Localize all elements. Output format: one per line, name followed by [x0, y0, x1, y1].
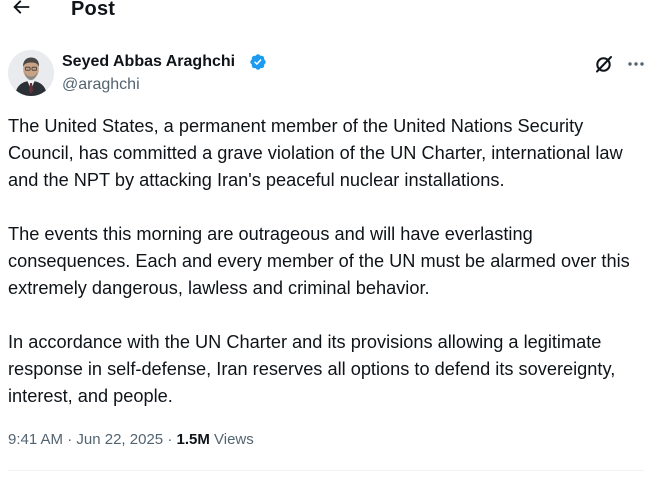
more-options-button[interactable] — [626, 54, 646, 74]
divider — [8, 470, 644, 471]
post-paragraph: In accordance with the UN Charter and it… — [8, 332, 616, 406]
grok-button[interactable] — [594, 54, 614, 74]
meta-separator: · — [167, 431, 173, 448]
avatar-photo — [8, 50, 54, 96]
post-paragraph: The events this morning are outrageous a… — [8, 224, 630, 298]
avatar[interactable] — [8, 50, 54, 96]
views-label: Views — [214, 431, 254, 448]
page-header: Post — [0, 0, 660, 24]
more-icon — [628, 62, 644, 66]
page-title: Post — [71, 0, 116, 20]
verified-badge-icon — [249, 53, 267, 71]
post-author: Seyed Abbas Araghchi @araghchi — [8, 50, 648, 98]
post-date[interactable]: Jun 22, 2025 — [76, 431, 163, 448]
views-count: 1.5M — [176, 431, 210, 448]
grok-icon — [596, 56, 612, 73]
post-time[interactable]: 9:41 AM — [8, 431, 63, 448]
post-text: The United States, a permanent member of… — [8, 113, 653, 437]
meta-separator: · — [67, 431, 73, 448]
author-handle[interactable]: @araghchi — [62, 75, 140, 95]
post-metadata: 9:41 AM · Jun 22, 2025 · 1.5M Views — [8, 430, 254, 450]
post-paragraph: The United States, a permanent member of… — [8, 116, 623, 190]
back-button[interactable] — [10, 0, 32, 18]
author-name[interactable]: Seyed Abbas Araghchi — [62, 52, 235, 72]
arrow-left-icon — [13, 0, 30, 14]
